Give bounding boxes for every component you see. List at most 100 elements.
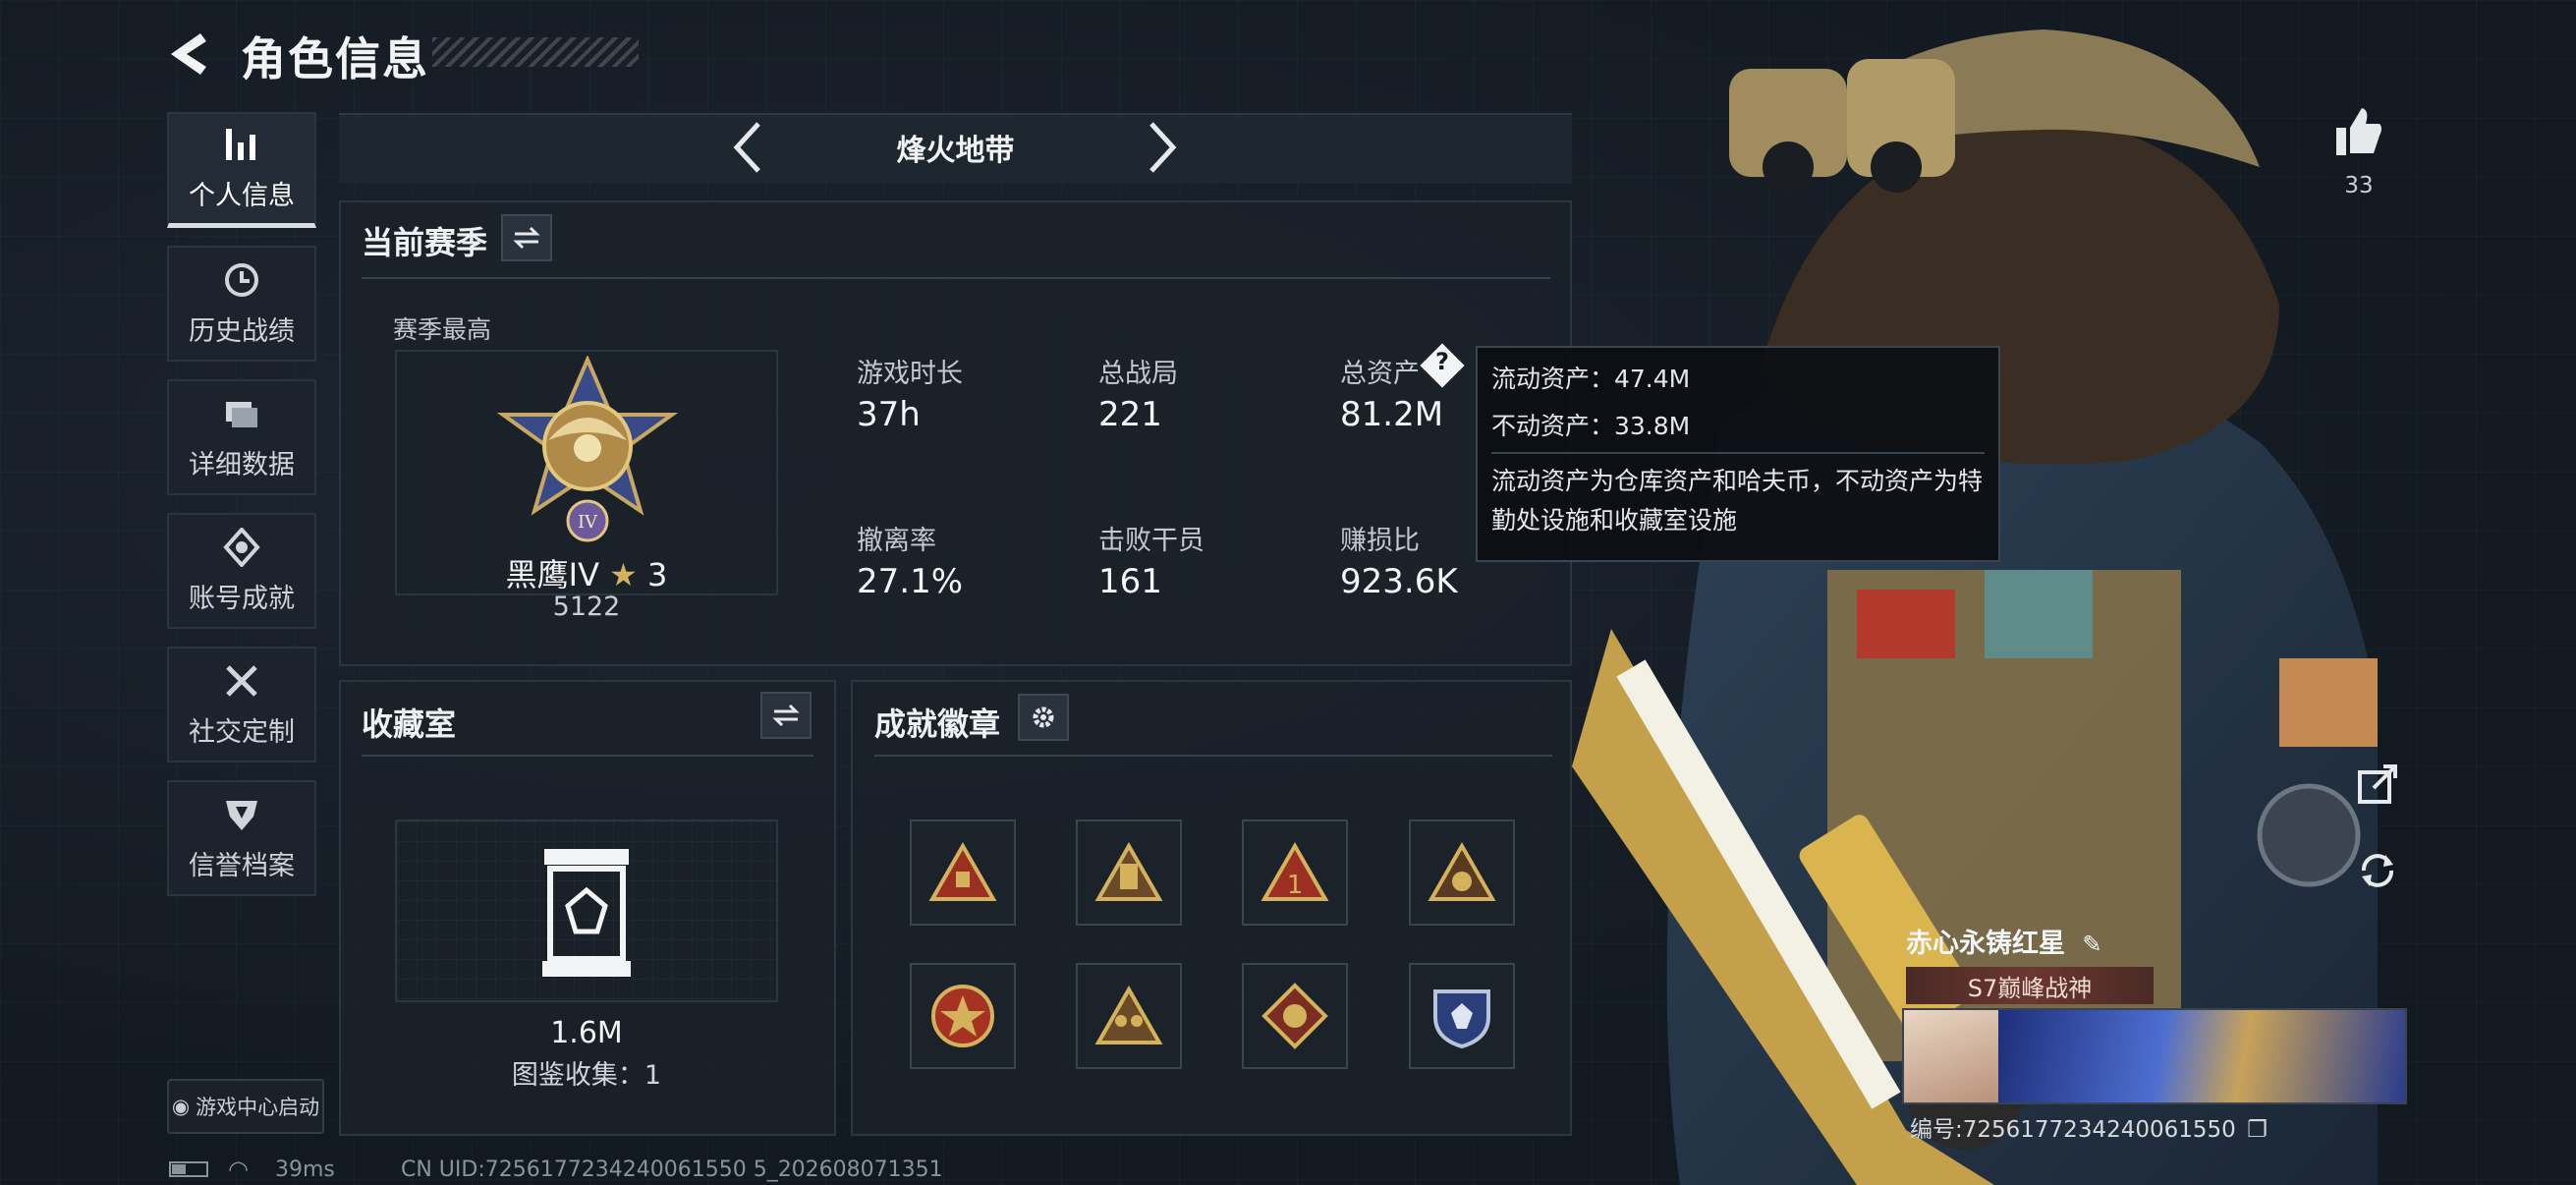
sidebar-item-label: 历史战绩 (189, 315, 295, 347)
collection-divider (362, 755, 813, 757)
svg-text:IV: IV (578, 512, 598, 533)
penguin-icon: ◉ (171, 1095, 191, 1118)
badge-settings-button[interactable] (1018, 694, 1069, 741)
back-arrow-icon[interactable] (165, 29, 224, 79)
badge-slot[interactable] (910, 819, 1016, 926)
tooltip-liquid-assets: 流动资产：47.4M (1491, 365, 1691, 393)
like-count: 33 (2344, 173, 2374, 198)
sidebar-item-label: 个人信息 (189, 181, 295, 211)
tooltip-divider (1491, 452, 1985, 454)
bar-chart-icon (226, 129, 255, 160)
swap-icon (513, 226, 540, 250)
medal-icon (223, 527, 260, 567)
rank-emblem-icon: IV (496, 356, 679, 542)
edit-pencil-icon[interactable]: ✎ (2082, 931, 2101, 958)
chevron-left-icon[interactable] (729, 118, 768, 177)
sidebar-item-personal-info[interactable]: 个人信息 (167, 112, 316, 228)
stat-label: 总资产 (1340, 359, 1420, 389)
refresh-icon[interactable] (2356, 849, 2399, 892)
share-icon[interactable] (2356, 762, 2399, 806)
player-name-text: 赤心永铸红星 (1906, 929, 2065, 959)
triangle-badge-icon (928, 842, 997, 901)
dragon-badge-icon (1261, 983, 1328, 1049)
badges-title: 成就徽章 (874, 705, 1001, 743)
badges-divider (874, 755, 1552, 757)
heart-badge-icon (1428, 842, 1496, 901)
stat-value: 81.2M (1340, 395, 1444, 434)
player-name: 赤心永铸红星 ✎ (1906, 922, 2102, 960)
rank-name-row: 黑鹰IV ★ 3 (395, 550, 778, 595)
page-title: 角色信息 (241, 32, 429, 85)
shield-icon (226, 800, 257, 830)
tools-icon (226, 664, 257, 697)
season-divider (362, 277, 1550, 279)
rank-score: 5122 (552, 592, 621, 622)
sidebar-item-label: 详细数据 (189, 449, 295, 480)
swap-icon (772, 704, 800, 727)
sidebar-item-label: 信誉档案 (189, 850, 295, 881)
wifi-icon: ◠ (228, 1156, 249, 1183)
badge-slot[interactable] (1242, 963, 1348, 1069)
badge-slot[interactable]: 1 (1242, 819, 1348, 926)
stat-value: 923.6K (1340, 562, 1458, 601)
player-uid: 编号:7256177234240061550 ❐ (1910, 1110, 2268, 1144)
tooltip-fixed-assets: 不动资产：33.8M (1491, 412, 1691, 440)
season-title: 当前赛季 (362, 224, 488, 261)
stat-label: 击败干员 (1098, 526, 1204, 556)
tower-badge-icon (1094, 842, 1163, 901)
sidebar-item-reputation[interactable]: 信誉档案 (167, 780, 316, 896)
season-switch-button[interactable] (501, 214, 552, 261)
sidebar-item-achievements[interactable]: 账号成就 (167, 513, 316, 629)
collection-catalog: 图鉴收集：1 (511, 1060, 662, 1091)
stat-value: 37h (857, 395, 921, 434)
squad-badge-icon (1094, 986, 1163, 1044)
copy-icon[interactable]: ❐ (2247, 1117, 2268, 1143)
card-portrait (1904, 1010, 1998, 1102)
stat-label: 撤离率 (857, 526, 936, 556)
game-center-launch-button[interactable]: ◉ 游戏中心启动 (167, 1079, 324, 1134)
gear-icon (1033, 706, 1054, 728)
shield-badge-icon (1433, 989, 1490, 1049)
chevron-right-icon[interactable] (1142, 118, 1181, 177)
badge-slot[interactable] (1076, 963, 1182, 1069)
stat-label: 赚损比 (1340, 526, 1420, 556)
badge-slot[interactable] (1409, 963, 1515, 1069)
sidebar-item-details[interactable]: 详细数据 (167, 379, 316, 495)
rank-stars: 3 (647, 556, 668, 593)
sidebar-item-social[interactable]: 社交定制 (167, 647, 316, 762)
number-one-badge-icon: 1 (1260, 842, 1329, 901)
stat-label: 总战局 (1098, 359, 1178, 389)
mode-title: 烽火地带 (896, 134, 1015, 168)
badge-slot[interactable] (1409, 819, 1515, 926)
sidebar-item-history[interactable]: 历史战绩 (167, 246, 316, 362)
tooltip-description: 流动资产为仓库资产和哈夫币，不动资产为特勤处设施和收藏室设施 (1491, 467, 1984, 535)
sidebar-item-label: 社交定制 (189, 716, 295, 748)
player-uid-text: 编号:7256177234240061550 (1910, 1117, 2236, 1143)
player-card-image[interactable] (1902, 1008, 2407, 1104)
stat-label: 游戏时长 (857, 359, 963, 389)
launcher-label: 游戏中心启动 (196, 1096, 320, 1119)
star-icon: ★ (609, 556, 638, 593)
badge-slot[interactable] (910, 963, 1016, 1069)
bottom-uid: CN UID:7256177234240061550 5_20260807135… (401, 1157, 943, 1182)
star-badge-icon (931, 985, 994, 1047)
title-decoration (432, 37, 639, 67)
stat-value: 161 (1098, 562, 1162, 601)
season-best-label: 赛季最高 (393, 315, 492, 344)
collection-title: 收藏室 (362, 705, 457, 743)
collection-switch-button[interactable] (760, 692, 812, 739)
rank-name: 黑鹰IV (505, 556, 599, 593)
like-thumb-icon[interactable] (2334, 106, 2383, 157)
collection-value: 1.6M (550, 1016, 623, 1050)
folder-icon (226, 401, 257, 427)
stat-value: 27.1% (857, 562, 964, 601)
player-title: S7巅峰战神 (1967, 974, 2093, 1002)
question-mark-glyph: ? (1435, 348, 1449, 375)
display-case-icon (542, 849, 631, 977)
ping-display: 39ms (275, 1157, 335, 1182)
badge-slot[interactable] (1076, 819, 1182, 926)
card-banner-art (1998, 1010, 2405, 1102)
stat-value: 221 (1098, 395, 1162, 434)
sidebar-item-label: 账号成就 (189, 583, 295, 614)
clock-icon (225, 262, 258, 297)
